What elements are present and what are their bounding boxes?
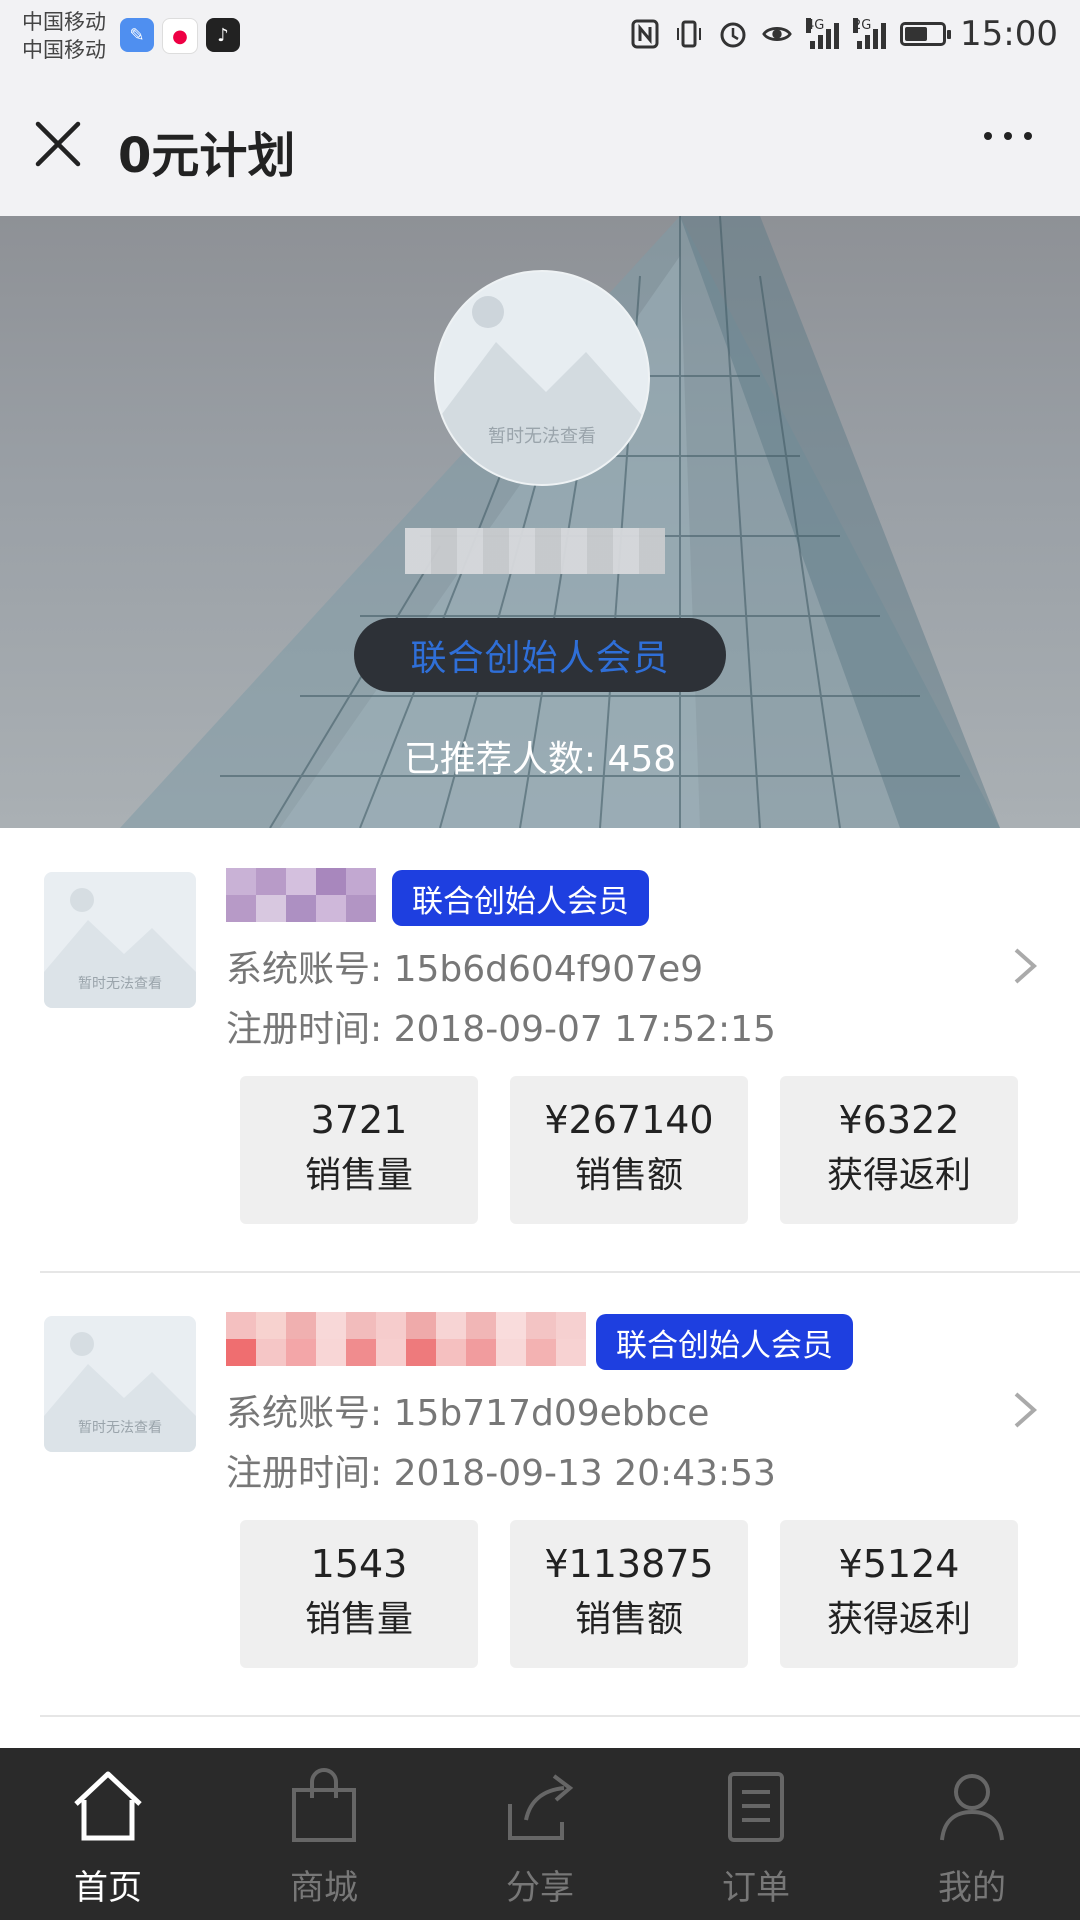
app-notification-icon: ✎ — [120, 18, 154, 52]
battery-level — [905, 27, 928, 41]
account-row: 系统账号: 15b717d09ebbce — [226, 1384, 709, 1436]
nfc-icon — [630, 19, 660, 49]
user-name-redacted — [405, 528, 665, 574]
sales-volume-stat: 1543 销售量 — [240, 1520, 478, 1668]
battery-icon — [900, 22, 952, 46]
member-level-badge: 联合创始人会员 — [596, 1314, 853, 1370]
tab-home[interactable]: 首页 — [0, 1748, 216, 1920]
account-row: 系统账号: 15b6d604f907e9 — [226, 940, 703, 992]
carrier-info: 中国移动 中国移动 — [22, 8, 106, 64]
sales-volume-value: 1543 — [310, 1542, 408, 1586]
member-card[interactable]: 暂时无法查看 联合创始人会员 系统账号: 15b717d09ebbce 注册时间… — [0, 1272, 1080, 1716]
profile-icon — [940, 1774, 1004, 1841]
member-card[interactable]: 暂时无法查看 联合创始人会员 系统账号: 15b6d604f907e9 注册时间… — [0, 828, 1080, 1272]
chevron-right-icon[interactable] — [1010, 946, 1040, 986]
tab-home-label: 首页 — [74, 1868, 142, 1908]
tab-orders-label: 订单 — [722, 1868, 790, 1908]
register-time-label: 注册时间: — [226, 1009, 383, 1050]
image-placeholder-icon: 暂时无法查看 — [44, 888, 196, 1008]
sales-volume-value: 3721 — [310, 1098, 408, 1142]
carrier-1: 中国移动 — [22, 10, 106, 34]
tab-mall[interactable]: 商城 — [216, 1748, 432, 1920]
sales-amount-value: ¥113875 — [544, 1542, 714, 1586]
page-title: 0元计划 — [118, 128, 296, 184]
tiktok-app-icon: ♪ — [206, 18, 240, 52]
rebate-stat: ¥5124 获得返利 — [780, 1520, 1018, 1668]
share-icon — [508, 1774, 574, 1840]
shopping-bag-icon — [292, 1768, 356, 1842]
bottom-tab-bar: 首页 商城 分享 订单 我的 — [0, 1748, 1080, 1920]
more-dot-icon — [984, 132, 992, 140]
order-icon — [728, 1772, 784, 1842]
referral-count: 已推荐人数: 458 — [0, 730, 1080, 782]
tab-profile[interactable]: 我的 — [864, 1748, 1080, 1920]
clock: 15:00 — [960, 14, 1058, 54]
member-name-redacted — [226, 868, 376, 922]
close-icon — [35, 121, 81, 167]
home-icon — [74, 1771, 142, 1841]
account-value: 15b717d09ebbce — [393, 1393, 710, 1434]
account-label: 系统账号: — [226, 1393, 383, 1434]
register-time-row: 注册时间: 2018-09-07 17:52:15 — [226, 1000, 776, 1052]
sales-amount-value: ¥267140 — [544, 1098, 714, 1142]
register-time-value: 2018-09-13 20:43:53 — [393, 1453, 776, 1494]
network-type-2: 2G — [853, 18, 872, 33]
register-time-value: 2018-09-07 17:52:15 — [393, 1009, 776, 1050]
member-level-badge: 联合创始人会员 — [392, 870, 649, 926]
sales-amount-stat: ¥113875 销售额 — [510, 1520, 748, 1668]
rebate-label: 获得返利 — [826, 1155, 971, 1196]
chevron-right-icon[interactable] — [1010, 1390, 1040, 1430]
signal-1-icon: 4G — [806, 18, 840, 49]
sales-volume-label: 销售量 — [304, 1155, 413, 1196]
tab-profile-label: 我的 — [938, 1868, 1006, 1908]
referral-label: 已推荐人数: — [403, 739, 596, 780]
tab-orders[interactable]: 订单 — [648, 1748, 864, 1920]
divider — [40, 1715, 1080, 1717]
image-placeholder-icon: 暂时无法查看 — [436, 296, 648, 484]
map-app-icon: ● — [162, 18, 198, 54]
more-dot-icon — [1024, 132, 1032, 140]
more-dot-icon — [1004, 132, 1012, 140]
signal-2-icon: 2G — [853, 18, 887, 49]
register-time-label: 注册时间: — [226, 1453, 383, 1494]
tab-mall-label: 商城 — [290, 1868, 358, 1908]
more-button[interactable] — [984, 132, 1032, 140]
status-icons: 4G 2G 15:00 — [630, 14, 1058, 54]
alarm-icon — [718, 19, 748, 49]
member-name-redacted — [226, 1312, 586, 1366]
member-avatar: 暂时无法查看 — [44, 872, 196, 1008]
avatar-placeholder-text: 暂时无法查看 — [78, 976, 162, 992]
eye-comfort-icon — [762, 19, 792, 49]
avatar-placeholder-text: 暂时无法查看 — [78, 1420, 162, 1436]
sales-amount-stat: ¥267140 销售额 — [510, 1076, 748, 1224]
member-level-badge: 联合创始人会员 — [354, 618, 726, 692]
tab-share-label: 分享 — [506, 1868, 574, 1908]
rebate-label: 获得返利 — [826, 1599, 971, 1640]
account-label: 系统账号: — [226, 949, 383, 990]
sales-volume-stat: 3721 销售量 — [240, 1076, 478, 1224]
carrier-2: 中国移动 — [22, 38, 106, 62]
sales-amount-label: 销售额 — [574, 1599, 683, 1640]
close-button[interactable] — [32, 118, 84, 170]
register-time-row: 注册时间: 2018-09-13 20:43:53 — [226, 1444, 776, 1496]
network-type-1: 4G — [806, 18, 825, 33]
account-value: 15b6d604f907e9 — [393, 949, 704, 990]
rebate-value: ¥5124 — [838, 1542, 960, 1586]
image-placeholder-icon: 暂时无法查看 — [44, 1332, 196, 1452]
avatar-placeholder-text: 暂时无法查看 — [488, 426, 596, 447]
sales-amount-label: 销售额 — [574, 1155, 683, 1196]
profile-header: 暂时无法查看 联合创始人会员 已推荐人数: 458 — [0, 216, 1080, 828]
tab-share[interactable]: 分享 — [432, 1748, 648, 1920]
vibrate-icon — [674, 19, 704, 49]
rebate-value: ¥6322 — [838, 1098, 960, 1142]
user-avatar[interactable]: 暂时无法查看 — [434, 270, 650, 486]
referred-members-list: 暂时无法查看 联合创始人会员 系统账号: 15b6d604f907e9 注册时间… — [0, 828, 1080, 1748]
rebate-stat: ¥6322 获得返利 — [780, 1076, 1018, 1224]
nav-bar: 0元计划 — [0, 78, 1080, 216]
notification-app-icons: ✎ ● ♪ — [120, 18, 240, 54]
sales-volume-label: 销售量 — [304, 1599, 413, 1640]
referral-number: 458 — [607, 739, 677, 780]
member-avatar: 暂时无法查看 — [44, 1316, 196, 1452]
status-bar: 中国移动 中国移动 ✎ ● ♪ 4G 2G 15:00 — [0, 0, 1080, 78]
